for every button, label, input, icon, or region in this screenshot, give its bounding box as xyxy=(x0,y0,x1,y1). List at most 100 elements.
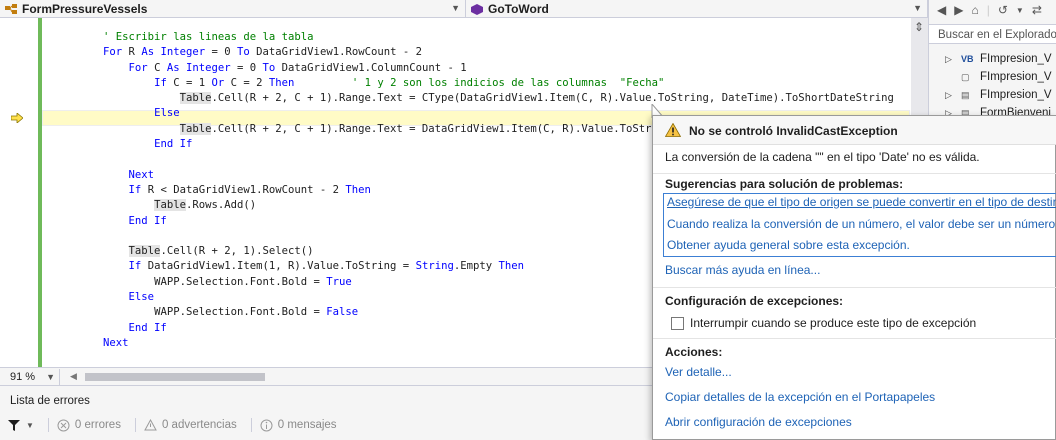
code-highlighted-token: Table xyxy=(179,122,212,135)
code-keyword: To xyxy=(237,46,250,59)
filter-button[interactable]: ▼ xyxy=(8,419,34,431)
code-token: R xyxy=(122,46,142,59)
forward-icon[interactable]: ▶ xyxy=(954,3,963,17)
code-keyword: Integer xyxy=(185,61,231,74)
expand-icon[interactable]: ▷ xyxy=(945,90,955,101)
class-icon xyxy=(5,3,17,14)
code-keyword: Next xyxy=(103,336,129,349)
code-token: C xyxy=(147,61,167,74)
code-token: C = 1 xyxy=(166,76,212,89)
code-keyword: For xyxy=(103,46,123,59)
code-keyword: If xyxy=(128,183,142,196)
solution-item[interactable]: ▷ ▤ FImpresion_V xyxy=(945,86,1052,104)
history-icon[interactable]: ↺ xyxy=(998,3,1008,17)
code-line[interactable]: For R As Integer = 0 To DataGridView1.Ro… xyxy=(52,45,894,60)
toolbar-separator xyxy=(47,418,49,432)
suggestion-link[interactable]: Asegúrese de que el tipo de origen se pu… xyxy=(667,195,1056,209)
expand-icon[interactable]: ▷ xyxy=(945,54,955,65)
copy-details-link[interactable]: Copiar detalles de la excepción en el Po… xyxy=(665,390,935,404)
error-list-title: Lista de errores xyxy=(10,395,90,407)
class-dropdown-label: FormPressureVessels xyxy=(22,1,148,16)
chevron-down-icon: ▼ xyxy=(913,3,922,13)
divider xyxy=(653,338,1056,339)
code-keyword: End If xyxy=(154,138,193,151)
checkbox-label: Interrumpir cuando se produce este tipo … xyxy=(690,316,977,330)
execution-arrow-icon xyxy=(11,113,23,123)
code-highlighted-token: Table xyxy=(154,199,186,212)
method-icon xyxy=(471,3,483,15)
code-token: WAPP.Selection.Font.Bold = xyxy=(154,275,327,288)
actions-header: Acciones: xyxy=(665,345,723,359)
code-line[interactable]: For C As Integer = 0 To DataGridView1.Co… xyxy=(52,61,894,76)
errors-count: 0 errores xyxy=(74,419,121,431)
code-keyword: String xyxy=(415,260,454,273)
code-comment: ' 1 y 2 son los indicios de las columnas… xyxy=(351,76,665,89)
split-window-icon[interactable]: ⇕ xyxy=(912,20,926,34)
exception-message: La conversión de la cadena "" en el tipo… xyxy=(665,150,980,164)
code-token: DataGridView1.Item(1, R).Value.ToString … xyxy=(141,260,416,273)
member-dropdown[interactable]: GoToWord ▼ xyxy=(466,0,928,17)
code-keyword: As xyxy=(166,61,180,74)
code-line[interactable]: Table.Cell(R + 2, C + 1).Range.Text = CT… xyxy=(52,91,894,106)
code-keyword: Next xyxy=(128,168,155,181)
class-dropdown[interactable]: FormPressureVessels ▼ xyxy=(0,0,466,17)
warnings-toggle[interactable]: 0 advertencias xyxy=(144,419,237,431)
home-icon[interactable]: ⌂ xyxy=(971,3,978,17)
code-highlighted-token: Table xyxy=(128,245,161,258)
warning-icon xyxy=(665,123,681,137)
suggestion-link[interactable]: Obtener ayuda general sobre esta excepci… xyxy=(667,238,910,252)
code-token: WAPP.Selection.Font.Bold = xyxy=(154,306,327,319)
scroll-left-icon[interactable]: ◀ xyxy=(70,371,77,382)
code-keyword: If xyxy=(128,260,142,273)
errors-toggle[interactable]: 0 errores xyxy=(57,419,121,432)
toolbar-separator: | xyxy=(986,3,990,17)
back-icon[interactable]: ◀ xyxy=(937,3,946,17)
view-detail-link[interactable]: Ver detalle... xyxy=(665,365,732,379)
code-keyword: Then xyxy=(268,76,295,89)
code-keyword: For xyxy=(128,61,148,74)
code-navigation-bar: FormPressureVessels ▼ GoToWord ▼ xyxy=(0,0,928,18)
info-icon xyxy=(260,419,273,431)
solution-item[interactable]: ▷ VB FImpresion_V xyxy=(945,50,1052,68)
zoom-dropdown[interactable]: 91 % ▼ xyxy=(0,368,60,385)
break-on-exception-checkbox[interactable]: Interrumpir cuando se produce este tipo … xyxy=(671,316,976,330)
code-token: DataGridView1.ColumnCount - 1 xyxy=(275,61,467,74)
more-help-link[interactable]: Buscar más ayuda en línea... xyxy=(665,263,820,277)
code-token: .Cell(R + 2, 1).Select() xyxy=(160,245,314,258)
code-comment: ' Escribir las lineas de la tabla xyxy=(103,31,314,43)
vb-file-icon: VB xyxy=(961,54,974,64)
code-token: C = 2 xyxy=(224,76,269,89)
sync-icon[interactable]: ⇄ xyxy=(1032,3,1042,17)
zoom-level: 91 % xyxy=(10,370,36,383)
code-line[interactable]: If C = 1 Or C = 2 Then ' 1 y 2 son los i… xyxy=(52,76,894,91)
checkbox-box[interactable] xyxy=(671,316,684,330)
code-keyword: As xyxy=(141,46,155,59)
code-keyword: If xyxy=(154,76,167,89)
chevron-down-icon[interactable]: ▼ xyxy=(1016,6,1024,15)
open-exception-settings-link[interactable]: Abrir configuración de excepciones xyxy=(665,415,852,429)
indicator-margin[interactable] xyxy=(0,18,38,367)
horizontal-scrollbar-thumb[interactable] xyxy=(84,372,265,381)
code-keyword: End If xyxy=(128,321,167,334)
solution-search-input[interactable]: Buscar en el Explorado xyxy=(929,24,1056,44)
suggestion-link[interactable]: Cuando realiza la conversión de un númer… xyxy=(667,217,1056,231)
member-dropdown-label: GoToWord xyxy=(488,1,549,16)
code-keyword: Else xyxy=(128,291,155,304)
code-token: DataGridView1.RowCount - 2 xyxy=(249,46,422,59)
code-keyword: Integer xyxy=(160,46,206,59)
code-line[interactable]: ' Escribir las lineas de la tabla xyxy=(52,30,894,45)
solution-item-label: FImpresion_V xyxy=(980,53,1052,65)
messages-toggle[interactable]: 0 mensajes xyxy=(260,419,337,432)
solution-item[interactable]: ▢ FImpresion_V xyxy=(945,68,1052,86)
code-token: .Cell(R + 2, C + 1).Range.Text = DataGri… xyxy=(211,122,652,135)
